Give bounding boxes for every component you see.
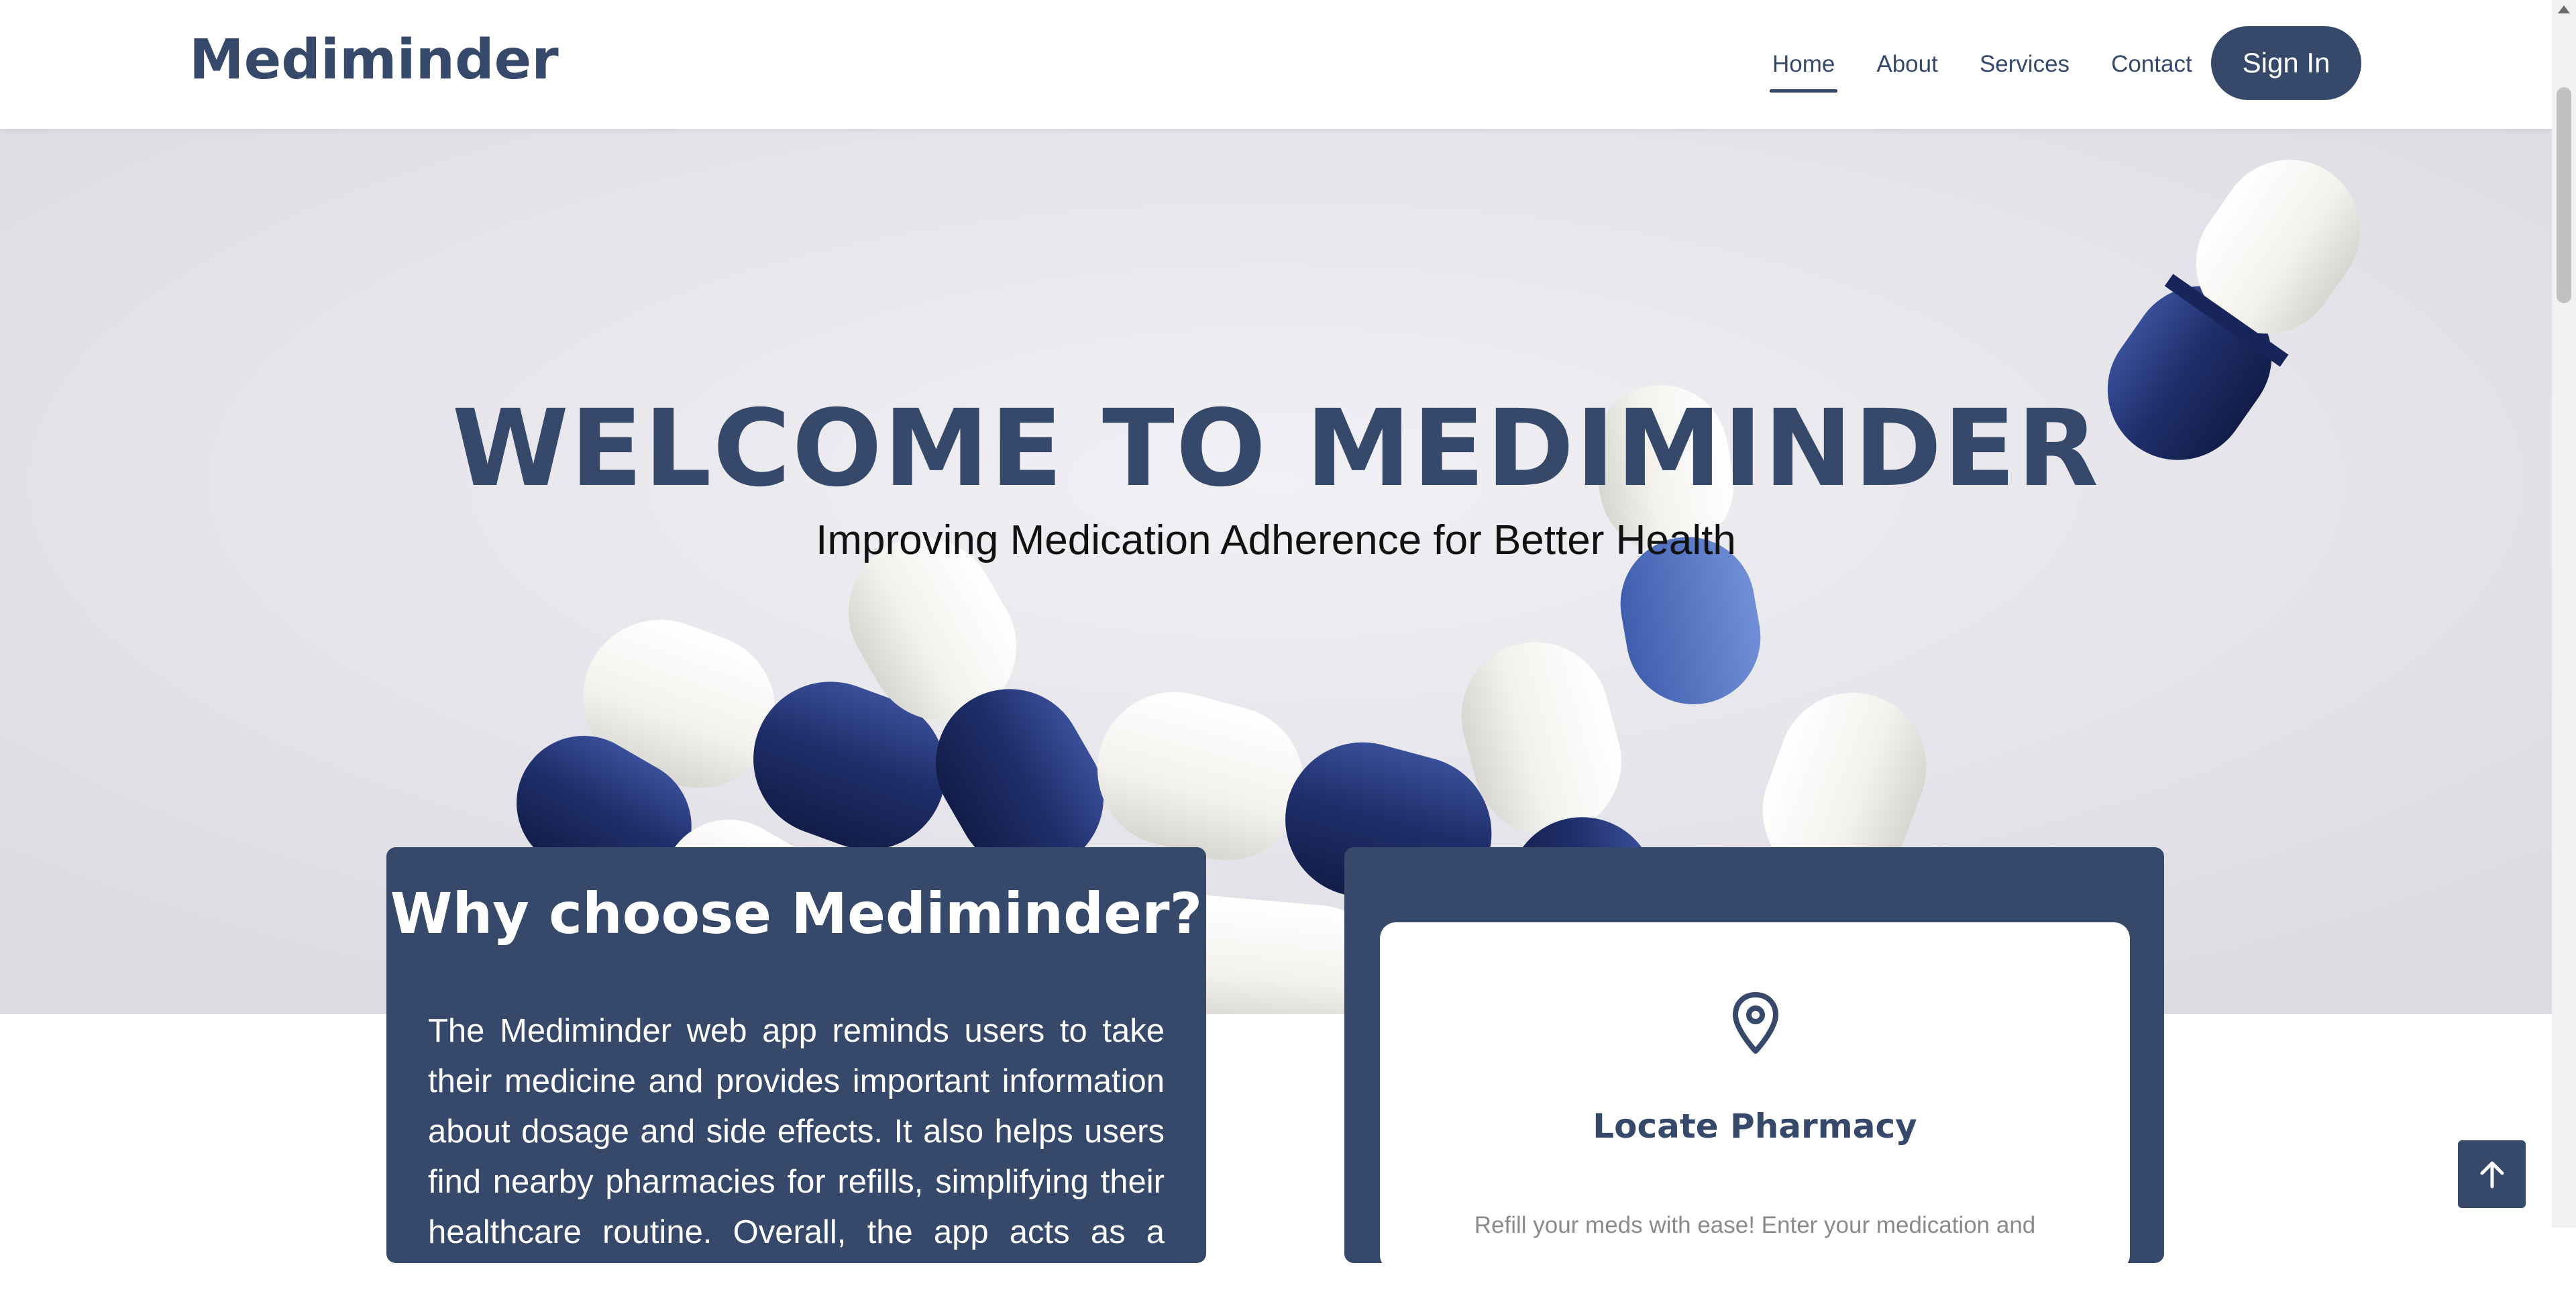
nav-services-link[interactable]: Services — [1978, 51, 2071, 78]
locate-pharmacy-card[interactable]: Locate Pharmacy Refill your meds with ea… — [1380, 922, 2130, 1271]
brand-logo[interactable]: Mediminder — [189, 28, 559, 92]
services-card: Locate Pharmacy Refill your meds with ea… — [1344, 847, 2164, 1271]
page-scrollbar[interactable] — [2552, 0, 2576, 1228]
nav-contact-link[interactable]: Contact — [2110, 51, 2194, 78]
hero-title: WELCOME TO MEDIMINDER — [451, 387, 2100, 510]
scroll-up-arrow-icon[interactable] — [2558, 5, 2570, 13]
capsules-background-image — [0, 129, 2552, 1014]
site-header: Mediminder Home About Services Contact S… — [0, 0, 2552, 129]
hero-subtitle: Improving Medication Adherence for Bette… — [816, 517, 1736, 563]
scrollbar-thumb[interactable] — [2557, 87, 2571, 303]
locate-pharmacy-title: Locate Pharmacy — [1593, 1107, 1917, 1146]
hero-section: WELCOME TO MEDIMINDER Improving Medicati… — [0, 129, 2552, 1014]
back-to-top-button[interactable] — [2458, 1140, 2526, 1208]
why-choose-body: The Mediminder web app reminds users to … — [428, 1013, 1165, 1301]
nav-home-link[interactable]: Home — [1769, 51, 1838, 93]
main-nav: Home About Services Contact — [1769, 0, 2233, 129]
why-choose-card: Why choose Mediminder? The Mediminder we… — [386, 847, 1206, 1301]
nav-about-link[interactable]: About — [1875, 51, 1939, 78]
map-pin-icon — [1733, 992, 1778, 1054]
why-choose-heading: Why choose Mediminder? — [390, 881, 1203, 946]
arrow-up-icon — [2480, 1161, 2504, 1188]
sign-in-button[interactable]: Sign In — [2211, 26, 2361, 100]
locate-pharmacy-description: Refill your meds with ease! Enter your m… — [1474, 1212, 2036, 1238]
